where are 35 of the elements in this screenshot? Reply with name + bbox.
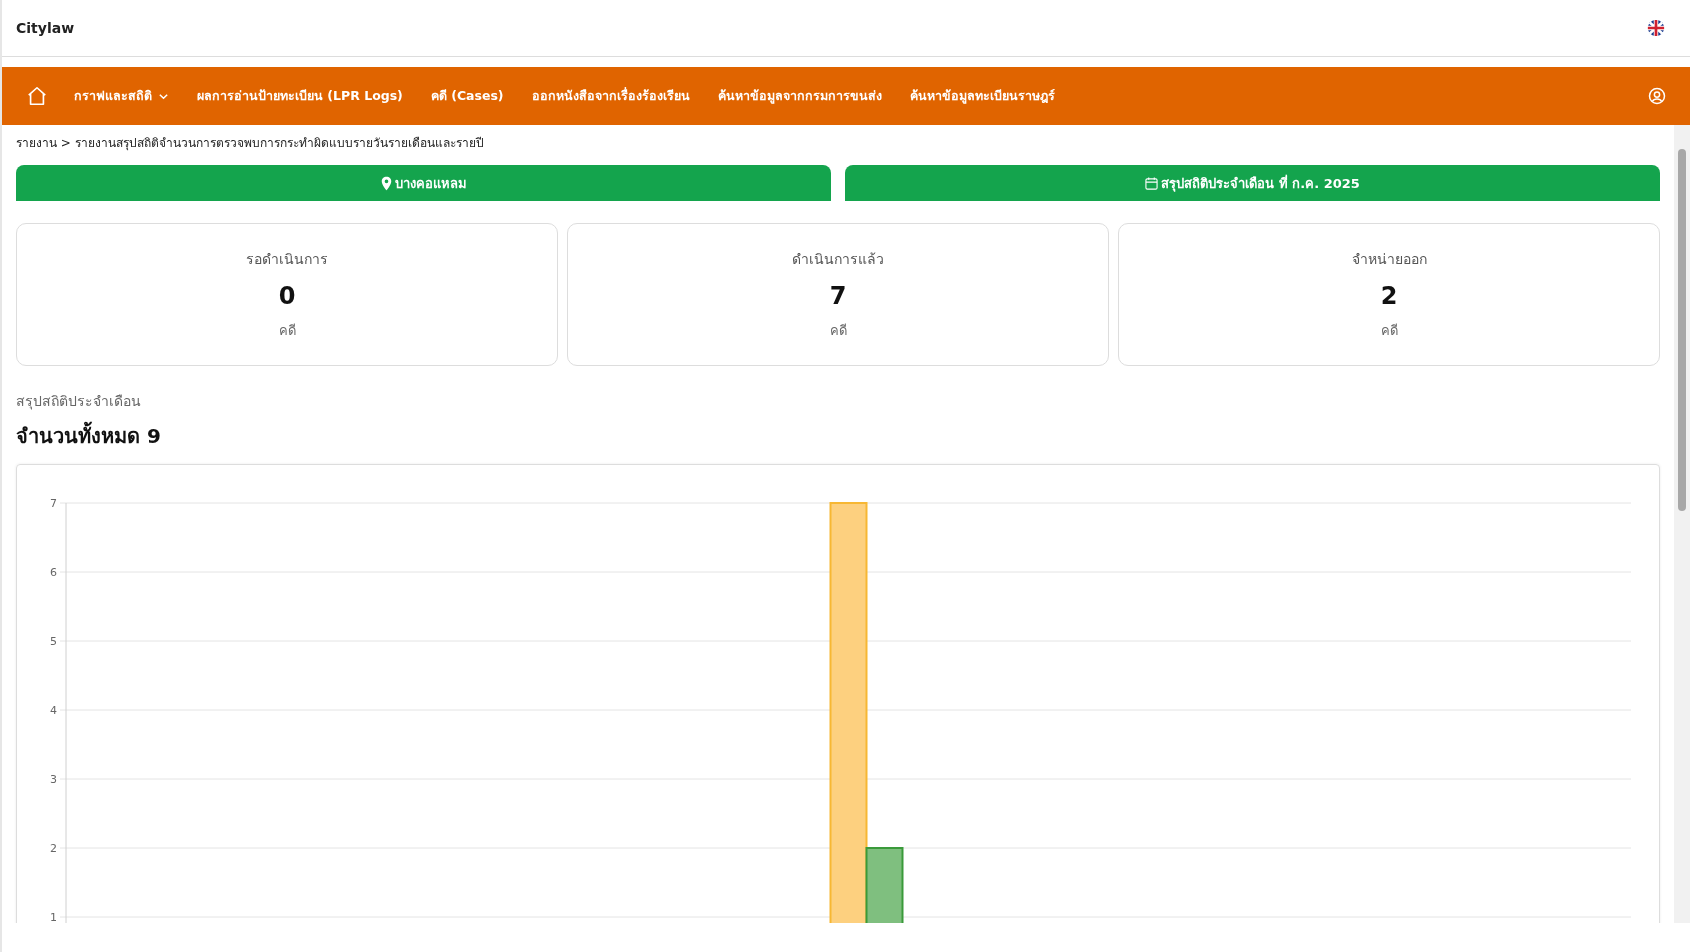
brand-name[interactable]: Citylaw <box>16 20 75 36</box>
axis-tick-label: 2 <box>50 842 57 855</box>
axis-tick-label: 5 <box>50 635 57 648</box>
breadcrumb: รายงาน > รายงานสรุปสถิติจำนวนการตรวจพบการกระทำผิดแบบรายวันรายเดือนและรายปี <box>16 135 485 152</box>
nav-dropdown[interactable]: กราฟและสถิติ <box>74 86 169 106</box>
stat-unit: คดี <box>278 322 296 340</box>
axis-tick-label: 7 <box>50 497 57 510</box>
filter-button[interactable]: สรุปสถิติประจำเดือน ที่ ก.ค. 2025 <box>845 165 1660 201</box>
nav-link[interactable]: ออกหนังสือจากเรื่องร้องเรียน <box>531 86 690 106</box>
filter-button[interactable]: บางคอแหลม <box>16 165 831 201</box>
scrollbar-thumb[interactable] <box>1678 149 1686 511</box>
nav-link[interactable]: คดี (Cases) <box>430 86 504 106</box>
user-icon[interactable] <box>1648 87 1666 105</box>
nav-link[interactable]: ค้นหาข้อมูลจากกรมการขนส่ง <box>717 86 882 106</box>
stat-title: รอดำเนินการ <box>246 250 328 269</box>
stat-value: 7 <box>829 282 847 310</box>
scrollbar[interactable] <box>1674 125 1690 923</box>
nav-link[interactable]: ค้นหาข้อมูลทะเบียนราษฎร์ <box>909 86 1055 106</box>
stat-title: ดำเนินการแล้ว <box>792 250 884 269</box>
stat-unit: คดี <box>1380 322 1398 340</box>
axis-tick-label: 3 <box>50 773 57 786</box>
stat-value: 2 <box>1380 282 1398 310</box>
axis-tick-label: 1 <box>50 911 57 923</box>
stat-value: 0 <box>278 282 296 310</box>
nav-link[interactable]: ผลการอ่านป้ายทะเบียน (LPR Logs) <box>197 86 403 106</box>
section-heading: จำนวนทั้งหมด 9 <box>16 420 1660 452</box>
calendar-icon <box>1145 176 1159 190</box>
flag-icon[interactable] <box>1647 19 1665 37</box>
axis-tick-label: 6 <box>50 566 57 579</box>
axis-tick-label: 4 <box>50 704 57 717</box>
home-icon[interactable] <box>26 85 48 107</box>
section-subtitle: สรุปสถิติประจำเดือน <box>16 392 142 412</box>
stat-unit: คดี <box>829 322 847 340</box>
location-pin-icon <box>380 175 392 191</box>
stat-title: จำหน่ายออก <box>1351 250 1427 269</box>
